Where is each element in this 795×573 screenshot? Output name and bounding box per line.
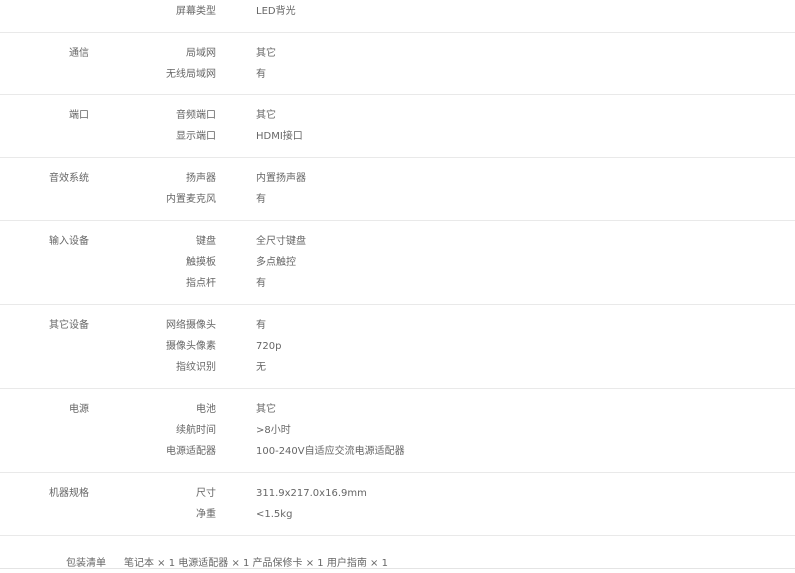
spec-key: 显示端口: [176, 131, 216, 142]
spec-row: 触摸板 多点触控: [0, 256, 795, 270]
spec-value: 有: [256, 69, 266, 80]
spec-key: 指纹识别: [176, 362, 216, 373]
spec-row: 指点杆 有: [0, 277, 795, 291]
spec-row: 键盘 全尺寸键盘: [0, 235, 795, 249]
spec-key: 电池: [196, 404, 216, 415]
spec-key: 内置麦克风: [166, 194, 216, 205]
spec-value: 多点触控: [256, 257, 296, 268]
spec-value: 100-240V自适应交流电源适配器: [256, 446, 405, 457]
spec-row: 摄像头像素 720p: [0, 340, 795, 354]
spec-value: 其它: [256, 404, 276, 415]
spec-value: 有: [256, 320, 266, 331]
spec-key: 无线局域网: [166, 69, 216, 80]
spec-row: 屏幕类型 LED背光: [0, 5, 795, 19]
spec-row: 网络摄像头 有: [0, 319, 795, 333]
spec-value: 其它: [256, 110, 276, 121]
spec-value: <1.5kg: [256, 509, 293, 520]
spec-key: 扬声器: [186, 173, 216, 184]
spec-key: 键盘: [196, 236, 216, 247]
spec-table: 屏幕类型 LED背光 通信 局域网 其它 无线局域网 有 端口 音频端口 其它 …: [0, 0, 795, 536]
spec-key: 音频端口: [176, 110, 216, 121]
spec-group-ports: 端口 音频端口 其它 显示端口 HDMI接口: [0, 95, 795, 158]
spec-key: 指点杆: [186, 278, 216, 289]
spec-row: 电池 其它: [0, 403, 795, 417]
spec-value: 其它: [256, 48, 276, 59]
spec-row: 续航时间 >8小时: [0, 424, 795, 438]
package-contents-label: 包装清单: [66, 558, 106, 569]
spec-group-audio: 音效系统 扬声器 内置扬声器 内置麦克风 有: [0, 158, 795, 221]
spec-value: 311.9x217.0x16.9mm: [256, 488, 367, 499]
spec-key: 局域网: [186, 48, 216, 59]
spec-key: 净重: [196, 509, 216, 520]
spec-key: 触摸板: [186, 257, 216, 268]
spec-row: 指纹识别 无: [0, 361, 795, 375]
spec-value: 有: [256, 194, 266, 205]
spec-value: 720p: [256, 341, 282, 352]
divider: [0, 568, 795, 569]
spec-row: 音频端口 其它: [0, 109, 795, 123]
package-contents-row: 包装清单 笔记本 × 1 电源适配器 × 1 产品保修卡 × 1 用户指南 × …: [0, 556, 795, 573]
spec-value: 全尺寸键盘: [256, 236, 306, 247]
spec-group-communication: 通信 局域网 其它 无线局域网 有: [0, 33, 795, 95]
spec-value: HDMI接口: [256, 131, 303, 142]
spec-row: 扬声器 内置扬声器: [0, 172, 795, 186]
spec-value: 无: [256, 362, 266, 373]
spec-key: 屏幕类型: [176, 6, 216, 17]
spec-group-other-devices: 其它设备 网络摄像头 有 摄像头像素 720p 指纹识别 无: [0, 305, 795, 389]
spec-group-dimensions: 机器规格 尺寸 311.9x217.0x16.9mm 净重 <1.5kg: [0, 473, 795, 536]
spec-value: >8小时: [256, 425, 291, 436]
spec-key: 尺寸: [196, 488, 216, 499]
spec-value: LED背光: [256, 6, 296, 17]
spec-key: 摄像头像素: [166, 341, 216, 352]
spec-group-display: 屏幕类型 LED背光: [0, 0, 795, 33]
spec-value: 有: [256, 278, 266, 289]
spec-key: 续航时间: [176, 425, 216, 436]
spec-row: 无线局域网 有: [0, 68, 795, 82]
spec-group-input-devices: 输入设备 键盘 全尺寸键盘 触摸板 多点触控 指点杆 有: [0, 221, 795, 305]
spec-key: 网络摄像头: [166, 320, 216, 331]
spec-key: 电源适配器: [166, 446, 216, 457]
spec-row: 尺寸 311.9x217.0x16.9mm: [0, 487, 795, 501]
spec-row: 净重 <1.5kg: [0, 508, 795, 522]
spec-row: 电源适配器 100-240V自适应交流电源适配器: [0, 445, 795, 459]
package-contents-value: 笔记本 × 1 电源适配器 × 1 产品保修卡 × 1 用户指南 × 1: [124, 558, 388, 569]
spec-row: 局域网 其它: [0, 47, 795, 61]
spec-group-power: 电源 电池 其它 续航时间 >8小时 电源适配器 100-240V自适应交流电源…: [0, 389, 795, 473]
spec-row: 显示端口 HDMI接口: [0, 130, 795, 144]
spec-row: 内置麦克风 有: [0, 193, 795, 207]
spec-value: 内置扬声器: [256, 173, 306, 184]
